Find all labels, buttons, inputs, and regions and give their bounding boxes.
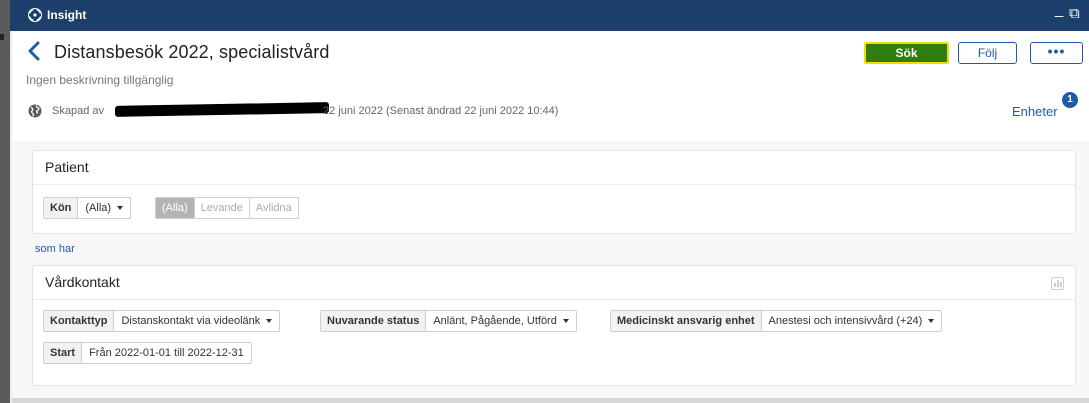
created-by-label: Skapad av: [52, 105, 104, 117]
current-status-label: Nuvarande status: [321, 311, 427, 331]
vardkontakt-section: Vårdkontakt Kontakttyp Distanskontakt vi…: [32, 265, 1076, 386]
contact-type-filter[interactable]: Kontakttyp Distanskontakt via videolänk: [43, 310, 281, 332]
contact-type-value-text: Distanskontakt via videolänk: [121, 315, 261, 327]
responsible-unit-value: Anestesi och intensivvård (+24): [762, 311, 942, 331]
created-date: 22 juni 2022 (Senast ändrad 22 juni 2022…: [323, 105, 559, 117]
chart-icon[interactable]: [1051, 277, 1064, 290]
current-status-value-text: Anlänt, Pågående, Utförd: [433, 315, 557, 327]
start-date-value: Från 2022-01-01 till 2022-12-31: [89, 347, 244, 359]
chevron-down-icon: [928, 319, 935, 324]
bottom-scroll-edge: [12, 398, 1089, 403]
vital-status-deceased[interactable]: Avlidna: [250, 198, 298, 218]
contact-type-value: Distanskontakt via videolänk: [114, 311, 279, 331]
report-header: Distansbesök 2022, specialistvård Ingen …: [12, 31, 1089, 141]
report-view: Distansbesök 2022, specialistvård Ingen …: [12, 31, 1089, 403]
insight-logo-icon: [28, 8, 42, 22]
start-date-filter[interactable]: Start Från 2022-01-01 till 2022-12-31: [43, 342, 252, 364]
responsible-unit-filter[interactable]: Medicinskt ansvarig enhet Anestesi och i…: [610, 310, 943, 332]
gender-filter-value: (Alla): [78, 198, 130, 218]
gender-filter[interactable]: Kön (Alla): [43, 197, 132, 219]
edge-marker: [0, 34, 4, 40]
connector-link[interactable]: som har: [35, 243, 75, 255]
chevron-down-icon: [562, 319, 569, 324]
app-name: Insight: [47, 8, 87, 22]
search-button[interactable]: Sök: [864, 42, 949, 64]
restore-button[interactable]: ⧉: [1069, 6, 1080, 21]
start-date-label: Start: [44, 343, 83, 363]
vital-status-all[interactable]: (Alla): [156, 198, 195, 218]
follow-button[interactable]: Följ: [958, 42, 1017, 64]
units-link[interactable]: Enheter: [1012, 104, 1058, 119]
back-chevron-icon[interactable]: [26, 41, 42, 61]
vital-status-alive[interactable]: Levande: [195, 198, 250, 218]
chevron-down-icon: [117, 206, 124, 211]
section-divider: [33, 299, 1075, 300]
contact-type-label: Kontakttyp: [44, 311, 115, 331]
globe-icon: [28, 104, 42, 118]
section-divider: [33, 184, 1075, 185]
chevron-down-icon: [266, 319, 273, 324]
responsible-unit-value-text: Anestesi och intensivvård (+24): [768, 315, 923, 327]
patient-section: Patient Kön (Alla) (Alla) Levande Avlidn…: [32, 150, 1076, 234]
current-status-value: Anlänt, Pågående, Utförd: [426, 311, 576, 331]
page-title: Distansbesök 2022, specialistvård: [54, 42, 330, 62]
gender-value-text: (Alla): [85, 202, 112, 214]
vital-status-toggle[interactable]: (Alla) Levande Avlidna: [155, 197, 299, 219]
left-window-edge: [0, 0, 10, 403]
units-count-badge: 1: [1062, 92, 1078, 108]
description-text: Ingen beskrivning tillgänglig: [26, 73, 174, 87]
minimize-button[interactable]: _: [1055, 2, 1063, 17]
redacted-author: [115, 102, 329, 117]
window-titlebar: Insight _ ⧉: [10, 0, 1089, 31]
gender-filter-label: Kön: [44, 198, 79, 218]
patient-section-title: Patient: [45, 159, 89, 175]
current-status-filter[interactable]: Nuvarande status Anlänt, Pågående, Utför…: [320, 310, 577, 332]
more-options-button[interactable]: •••: [1030, 42, 1083, 64]
vardkontakt-section-title: Vårdkontakt: [45, 274, 120, 290]
responsible-unit-label: Medicinskt ansvarig enhet: [611, 311, 762, 331]
